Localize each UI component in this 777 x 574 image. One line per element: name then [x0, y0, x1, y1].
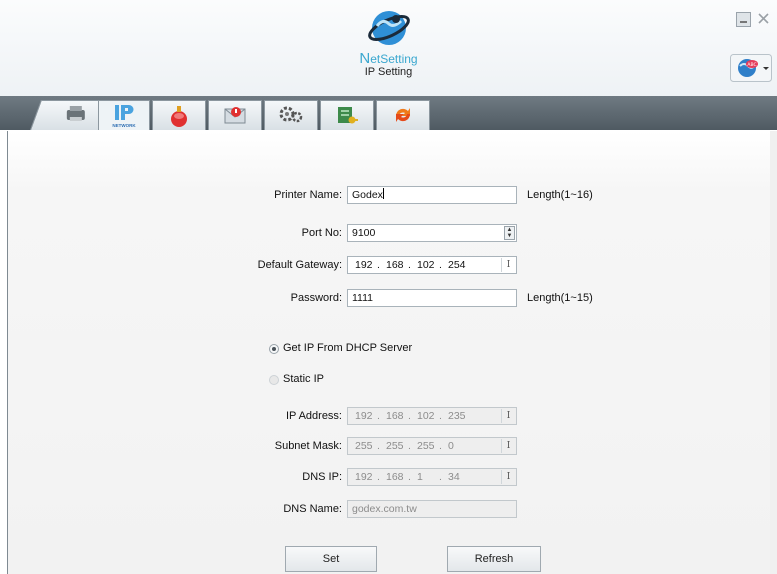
- printer-tab-icon: [66, 106, 85, 121]
- static-ip-radio-label: Static IP: [283, 373, 324, 385]
- text-cursor-icon: I: [501, 258, 515, 272]
- language-button[interactable]: ABC: [730, 54, 772, 82]
- set-button[interactable]: Set: [285, 546, 377, 572]
- text-cursor-icon: I: [501, 409, 515, 423]
- tab-email-alert[interactable]: [208, 100, 262, 130]
- dns-ip-label: DNS IP:: [302, 471, 342, 483]
- ip-address-input[interactable]: 192 . 168 . 102 . 235 I: [347, 407, 517, 425]
- refresh-arrows-tab-icon: [395, 108, 411, 122]
- tab-ip-network[interactable]: NETWORK: [98, 100, 150, 130]
- default-gateway-label: Default Gateway:: [257, 259, 342, 271]
- dns-name-input[interactable]: godex.com.tw: [347, 500, 517, 518]
- tab-network-label: NETWORK: [112, 123, 136, 128]
- password-length-hint: Length(1~15): [527, 292, 593, 304]
- printer-name-length-hint: Length(1~16): [527, 189, 593, 201]
- dhcp-radio[interactable]: [269, 344, 279, 354]
- tab-strip: NETWORK: [0, 96, 777, 130]
- settings-gears-tab-icon: [279, 106, 303, 123]
- port-no-label: Port No:: [301, 227, 342, 239]
- netsetting-logo-icon: [368, 11, 410, 45]
- tab-refresh[interactable]: [376, 100, 430, 130]
- ip-network-tab-icon: [115, 105, 134, 120]
- language-globe-icon: ABC: [730, 54, 772, 82]
- tab-settings[interactable]: [264, 100, 318, 130]
- email-alert-tab-icon: [224, 107, 246, 124]
- default-gateway-ip-input[interactable]: 192 . 168 . 102 . 254 I: [347, 256, 517, 274]
- subnet-mask-label: Subnet Mask:: [274, 440, 342, 452]
- subnet-mask-input[interactable]: 255 . 255 . 255 . 0 I: [347, 437, 517, 455]
- port-spinner-arrows[interactable]: ▲ ▼: [504, 226, 515, 240]
- dhcp-radio-label: Get IP From DHCP Server: [283, 342, 413, 354]
- vertical-scrollbar[interactable]: [770, 131, 777, 574]
- password-input[interactable]: 1111: [347, 289, 517, 307]
- alert-bell-tab-icon: [171, 106, 187, 127]
- dns-ip-input[interactable]: 192 . 168 . 1 . 34 I: [347, 468, 517, 486]
- static-ip-radio[interactable]: [269, 375, 279, 385]
- ip-address-label: IP Address:: [285, 410, 342, 422]
- svg-text:ABC: ABC: [747, 62, 756, 68]
- port-no-stepper[interactable]: 9100 ▲ ▼: [347, 224, 517, 242]
- app-header: NetSetting IP Setting ABC: [0, 0, 777, 97]
- text-cursor-icon: I: [501, 470, 515, 484]
- printer-name-input[interactable]: Godex: [347, 186, 517, 204]
- refresh-button[interactable]: Refresh: [447, 546, 541, 572]
- text-cursor-icon: I: [501, 439, 515, 453]
- tab-key-document[interactable]: [320, 100, 374, 130]
- password-label: Password:: [290, 292, 342, 304]
- close-icon[interactable]: [757, 12, 770, 25]
- printer-name-label: Printer Name:: [274, 189, 342, 201]
- dns-name-label: DNS Name:: [283, 503, 342, 515]
- app-subtitle: IP Setting: [364, 66, 413, 78]
- key-document-tab-icon: [338, 107, 358, 124]
- minimize-icon[interactable]: [736, 12, 751, 27]
- app-name: NetSetting: [359, 50, 418, 67]
- tab-alert[interactable]: [152, 100, 206, 130]
